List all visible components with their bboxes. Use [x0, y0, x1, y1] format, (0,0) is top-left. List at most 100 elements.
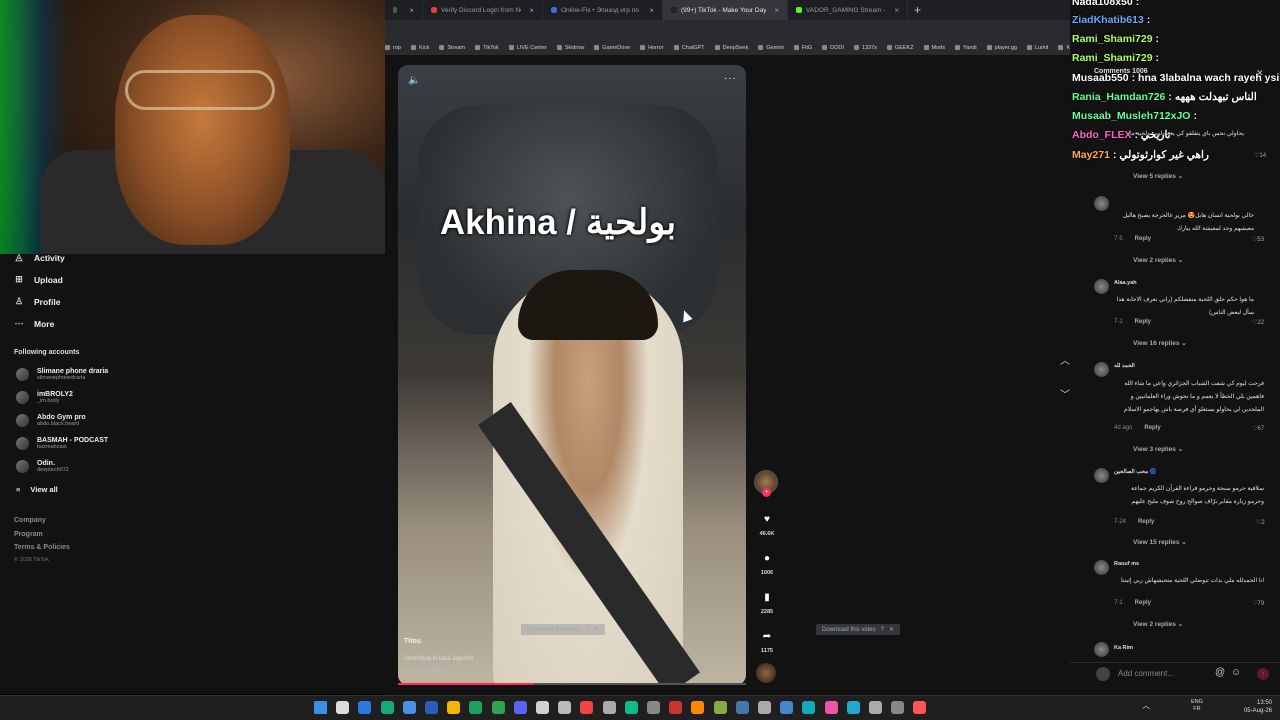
previous-video-icon[interactable]: ︿: [1060, 352, 1070, 367]
close-tab-icon[interactable]: ×: [649, 6, 654, 15]
following-account[interactable]: Abdo Gym pro abdo.black.beard: [16, 414, 86, 427]
bookmark-item[interactable]: FitG: [793, 45, 812, 51]
bookmark-item[interactable]: Kick: [410, 45, 429, 51]
app-icon[interactable]: [824, 701, 838, 714]
comment-username[interactable]: Raouf ms: [1114, 561, 1139, 567]
browser-tab[interactable]: VADOR_GAMING Stream - W ×: [788, 0, 908, 20]
app-icon[interactable]: [713, 701, 727, 714]
comment-likes[interactable]: ♡67: [1252, 425, 1264, 432]
language-indicator[interactable]: ENG FR: [1191, 699, 1203, 713]
bookmark-item[interactable]: Lurkit: [1027, 45, 1048, 51]
bookmark-item[interactable]: TikTok: [475, 45, 499, 51]
reply-button[interactable]: Reply: [1138, 519, 1154, 525]
xbox-icon[interactable]: [491, 701, 505, 714]
view-replies[interactable]: View 2 replies ⌄: [1133, 256, 1183, 264]
comment-username[interactable]: Ka Rim: [1114, 645, 1133, 651]
app-icon[interactable]: [913, 701, 927, 714]
see-translation-link[interactable]: See translation: [404, 668, 444, 674]
next-video-icon[interactable]: ﹀: [1060, 386, 1070, 401]
start-icon[interactable]: [314, 701, 327, 714]
comment-button[interactable]: ● 1006: [752, 553, 782, 576]
close-icon[interactable]: ✕: [889, 626, 894, 633]
share-button[interactable]: ➦ 1175: [752, 631, 782, 654]
view-all-link[interactable]: ≡ View all: [16, 485, 58, 494]
app-icon[interactable]: [647, 701, 660, 714]
download-video-button[interactable]: Download this video? ✕: [816, 624, 901, 635]
video-creator[interactable]: Titou: [404, 638, 421, 645]
record-icon[interactable]: [580, 701, 594, 714]
reply-button[interactable]: Reply: [1135, 236, 1151, 242]
app-icon[interactable]: [846, 701, 860, 714]
bookmark-item[interactable]: Mods: [923, 45, 945, 51]
bookmark-item[interactable]: LIVE Center: [508, 45, 547, 51]
comment-likes[interactable]: ♡22: [1252, 319, 1264, 326]
browser-tab[interactable]: (99+) TikTok - Make Your Day ×: [663, 0, 788, 20]
comment-likes[interactable]: ♡14: [1254, 152, 1266, 159]
avatar[interactable]: [1094, 560, 1109, 575]
comment-username[interactable]: الحمد لله: [1114, 363, 1135, 369]
more-options-icon[interactable]: ···: [724, 73, 737, 84]
following-account[interactable]: imBROLY2 _im.broly: [16, 391, 73, 404]
close-tab-icon[interactable]: ×: [529, 6, 534, 15]
nav-profile[interactable]: ♙ Profile: [14, 296, 61, 307]
following-account[interactable]: Odin. deeptech072: [16, 460, 69, 473]
app-icon[interactable]: [869, 701, 882, 714]
following-account[interactable]: Slimane phone draria slimanephonedraria: [16, 368, 108, 381]
bookmark-item[interactable]: rop: [385, 45, 401, 51]
discord-icon[interactable]: [513, 701, 527, 714]
music-disc-icon[interactable]: [756, 663, 776, 683]
emoji-icon[interactable]: ☺: [1231, 667, 1241, 678]
close-tab-icon[interactable]: ×: [409, 6, 414, 15]
avatar[interactable]: [1094, 279, 1109, 294]
avatar[interactable]: [1094, 642, 1109, 657]
following-account[interactable]: BASMAH - PODCAST basmahcast: [16, 437, 108, 450]
mention-icon[interactable]: @: [1215, 667, 1225, 678]
view-replies[interactable]: View 5 replies ⌄: [1133, 172, 1183, 180]
nav-activity[interactable]: ◬ Activity: [14, 252, 65, 263]
video-progress-bar[interactable]: [398, 683, 746, 685]
bookmark-item[interactable]: Horror: [640, 45, 664, 51]
comment-likes[interactable]: ♡53: [1252, 236, 1264, 243]
app-icon[interactable]: [891, 701, 905, 714]
video-player[interactable]: [398, 65, 746, 685]
nav-more[interactable]: ⋯ More: [14, 318, 55, 329]
volume-icon[interactable]: 🔈: [408, 75, 420, 86]
comment-username[interactable]: محب الصالحين 🌀: [1114, 469, 1157, 475]
bookmark-item[interactable]: Keymailer: [1058, 45, 1070, 51]
comment-likes[interactable]: ♡79: [1252, 600, 1264, 607]
bookmark-item[interactable]: player.gg: [986, 45, 1017, 51]
view-replies[interactable]: View 16 replies ⌄: [1133, 339, 1187, 347]
bookmark-item[interactable]: GameDrive: [594, 45, 630, 51]
footer-company[interactable]: Company: [14, 517, 46, 524]
browser-tab[interactable]: 2639)×: [385, 0, 423, 20]
address-bar[interactable]: [385, 20, 1070, 40]
chevron-up-icon[interactable]: ︿: [1142, 700, 1150, 711]
bookmark-item[interactable]: DODI: [822, 45, 844, 51]
excel-icon[interactable]: [469, 701, 483, 714]
app-icon[interactable]: [735, 701, 749, 714]
like-button[interactable]: ♥ 46.6K: [752, 514, 782, 537]
app-icon[interactable]: [602, 701, 616, 714]
save-button[interactable]: ▮ 2285: [752, 592, 782, 615]
bookmark-item[interactable]: GEEKZ: [886, 45, 914, 51]
system-clock[interactable]: 13:50 05-Aug-26: [1238, 699, 1272, 715]
search-icon[interactable]: [336, 701, 350, 714]
bookmark-item[interactable]: Stream: [439, 45, 465, 51]
view-replies[interactable]: View 2 replies ⌄: [1133, 620, 1183, 628]
follow-plus-icon[interactable]: +: [762, 488, 771, 497]
bookmark-item[interactable]: DeepSeek: [714, 45, 748, 51]
reply-button[interactable]: Reply: [1135, 319, 1151, 325]
add-comment-input[interactable]: Add comment...: [1118, 669, 1174, 678]
steam-icon[interactable]: [558, 701, 572, 714]
reply-button[interactable]: Reply: [1144, 425, 1160, 431]
bookmark-item[interactable]: 1337x: [853, 45, 877, 51]
bookmark-item[interactable]: Skidrow: [556, 45, 584, 51]
close-tab-icon[interactable]: ×: [894, 6, 899, 15]
download-video-button[interactable]: Download this video? ✕: [521, 624, 606, 635]
nav-upload[interactable]: ⊞ Upload: [14, 274, 63, 285]
bookmark-item[interactable]: Gemini: [758, 45, 784, 51]
footer-terms[interactable]: Terms & Policies: [14, 544, 70, 551]
chrome-icon[interactable]: [536, 701, 549, 714]
file-explorer-icon[interactable]: [425, 701, 438, 714]
comment-likes[interactable]: ♡2: [1256, 519, 1265, 526]
